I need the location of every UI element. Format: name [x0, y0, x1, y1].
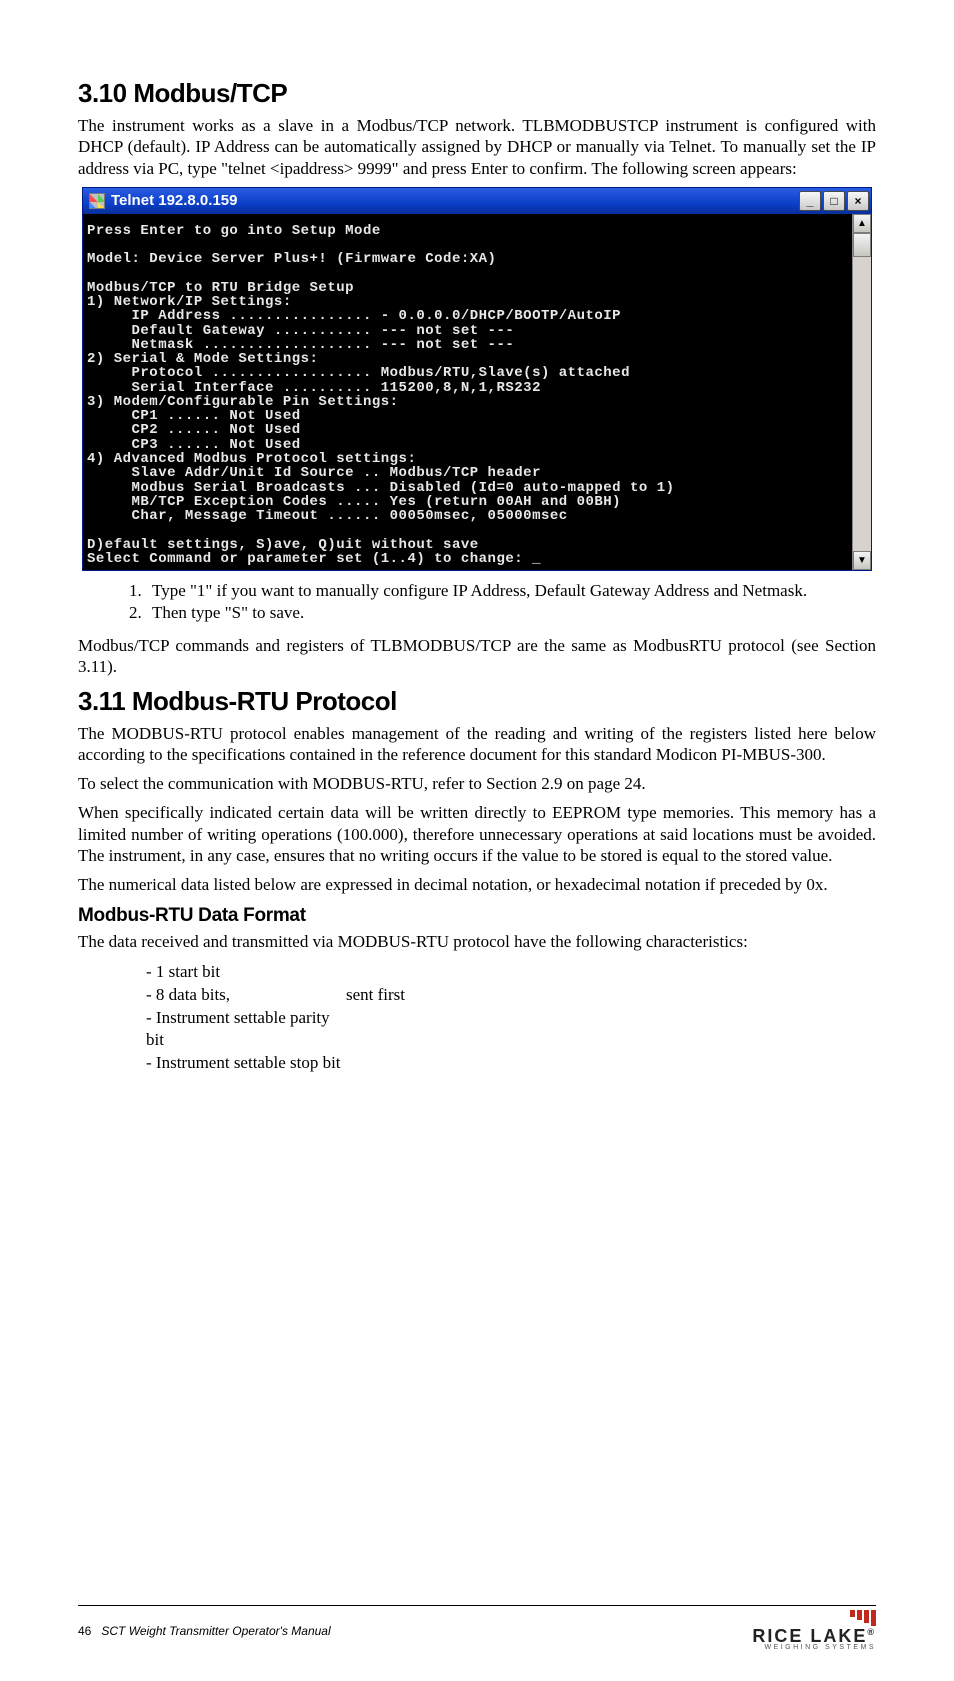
telnet-terminal-output: Press Enter to go into Setup Mode Model:… [83, 214, 852, 570]
bullet-text: - 1 start bit [146, 961, 346, 984]
telnet-title: Telnet 192.8.0.159 [111, 192, 799, 209]
list-item: - 1 start bit [146, 961, 876, 984]
list-item: - 8 data bits, sent first [146, 984, 876, 1007]
bullet-text: - Instrument settable parity bit [146, 1007, 346, 1053]
close-button[interactable]: × [847, 191, 869, 211]
minimize-button[interactable]: _ [799, 191, 821, 211]
data-format-list: - 1 start bit - 8 data bits, sent first … [146, 961, 876, 1076]
steps-list: Type "1" if you want to manually configu… [78, 581, 876, 623]
telnet-window: Telnet 192.8.0.159 _ □ × Press Enter to … [82, 187, 872, 571]
closing-3-10: Modbus/TCP commands and registers of TLB… [78, 635, 876, 678]
scroll-down-button[interactable]: ▼ [853, 551, 871, 570]
step-1: Type "1" if you want to manually configu… [146, 581, 876, 601]
subheading-data-format: Modbus-RTU Data Format [78, 905, 876, 927]
scroll-track[interactable] [853, 233, 871, 551]
brand-name: RICE LAKE [752, 1626, 867, 1646]
page-number: 46 [78, 1624, 91, 1638]
p-311-1: The MODBUS-RTU protocol enables manageme… [78, 723, 876, 766]
heading-3-11: 3.11 Modbus-RTU Protocol [78, 686, 876, 717]
telnet-titlebar: Telnet 192.8.0.159 _ □ × [83, 188, 871, 214]
brand-logo: RICE LAKE® WEIGHING SYSTEMS [752, 1610, 876, 1650]
scroll-thumb[interactable] [853, 233, 871, 257]
intro-3-10: The instrument works as a slave in a Mod… [78, 115, 876, 179]
maximize-button[interactable]: □ [823, 191, 845, 211]
p-311-3: When specifically indicated certain data… [78, 802, 876, 866]
heading-3-10: 3.10 Modbus/TCP [78, 78, 876, 109]
p-311-5: The data received and transmitted via MO… [78, 931, 876, 952]
scroll-up-button[interactable]: ▲ [853, 214, 871, 233]
list-item: - Instrument settable parity bit [146, 1007, 876, 1053]
doc-title: SCT Weight Transmitter Operator's Manual [101, 1624, 330, 1638]
p-311-2: To select the communication with MODBUS-… [78, 773, 876, 794]
brand-subtitle: WEIGHING SYSTEMS [752, 1645, 876, 1651]
list-item: - Instrument settable stop bit [146, 1052, 876, 1075]
vertical-scrollbar[interactable]: ▲ ▼ [852, 214, 871, 570]
bullet-note: sent first [346, 984, 405, 1007]
p-311-4: The numerical data listed below are expr… [78, 874, 876, 895]
page-footer: 46 SCT Weight Transmitter Operator's Man… [78, 1605, 876, 1650]
telnet-app-icon [89, 193, 105, 209]
bullet-text: - 8 data bits, [146, 984, 346, 1007]
logo-bars-icon [752, 1610, 876, 1626]
bullet-text: - Instrument settable stop bit [146, 1052, 346, 1075]
step-2: Then type "S" to save. [146, 603, 876, 623]
